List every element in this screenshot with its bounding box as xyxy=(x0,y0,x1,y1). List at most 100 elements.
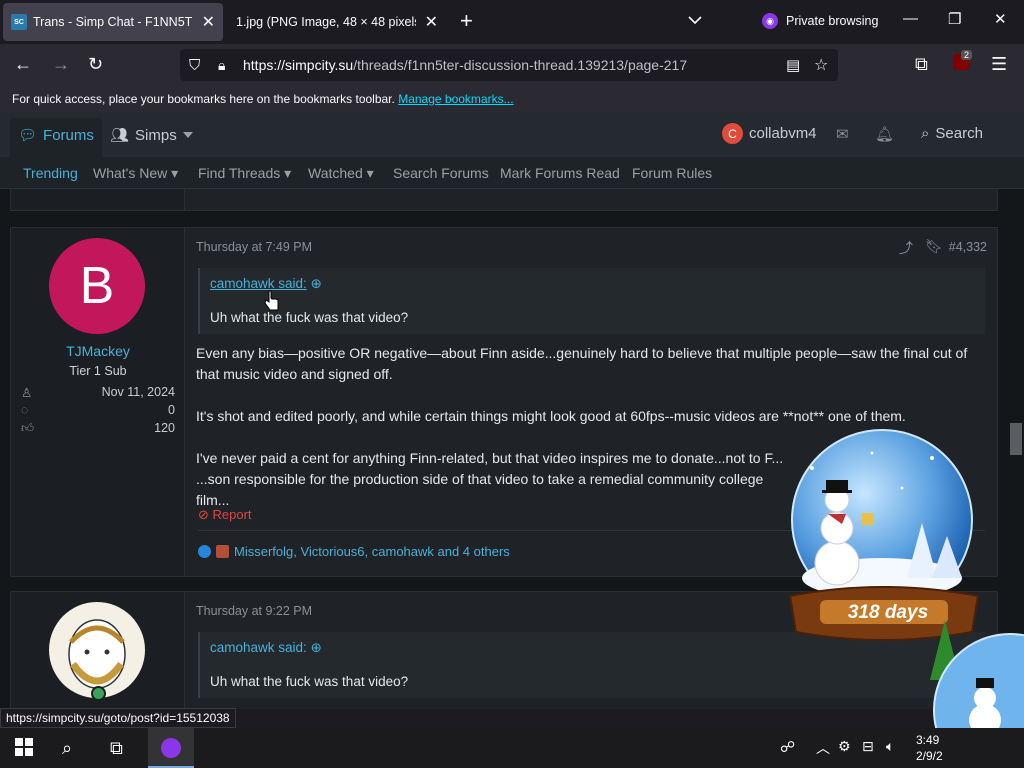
private-mask-icon: ◉ xyxy=(762,13,778,29)
author-name[interactable]: TJMackey xyxy=(11,343,185,359)
post-paragraph: Even any bias—positive OR negative—about… xyxy=(196,345,968,382)
manage-bookmarks-link[interactable]: Manage bookmarks... xyxy=(398,92,513,106)
subnav-trending[interactable]: Trending xyxy=(23,165,78,181)
tab-title: 1.jpg (PNG Image, 48 × 48 pixels) xyxy=(236,15,416,29)
joined-date: Nov 11, 2024 xyxy=(101,385,175,399)
chevron-down-icon xyxy=(182,132,193,138)
tab-simp-chat[interactable]: SC Trans - Simp Chat - F1NN5TER ✕ xyxy=(3,3,223,41)
countdown-snow-globe: 318 days xyxy=(782,428,992,648)
post-time[interactable]: Thursday at 9:22 PM xyxy=(196,604,312,618)
search-button[interactable]: ⌕ Search xyxy=(921,125,983,142)
bookmark-icon[interactable]: 🔖︎ xyxy=(925,238,943,255)
reactions-count: 120 xyxy=(154,421,175,435)
subnav-watched[interactable]: Watched ▾ xyxy=(308,165,374,182)
close-window-button[interactable]: ✕ xyxy=(994,10,1007,28)
avatar[interactable]: B xyxy=(49,238,145,334)
subnav-mark-read[interactable]: Mark Forums Read xyxy=(500,165,620,181)
quote-text: Uh what the fuck was that video? xyxy=(210,310,409,325)
envelope-icon[interactable]: ✉ xyxy=(836,125,849,143)
jump-up-icon: ⊕ xyxy=(310,276,322,291)
link-status-url: https://simpcity.su/goto/post?id=1551203… xyxy=(0,708,236,728)
user-title: Tier 1 Sub xyxy=(69,364,127,378)
chevron-down-icon xyxy=(688,16,702,25)
bookmarks-toolbar: For quick access, place your bookmarks h… xyxy=(0,86,1024,112)
reaction-users[interactable]: Misserfolg, Victorious6, camohawk and 4 … xyxy=(234,544,510,559)
simps-nav[interactable]: 👥︎ Simps xyxy=(110,126,193,144)
network-icon[interactable]: ⊟ xyxy=(862,738,874,755)
subnav-whats-new[interactable]: What's New ▾ xyxy=(93,165,178,182)
online-status-icon xyxy=(91,686,106,701)
post-paragraph: I've never paid a cent for anything Finn… xyxy=(196,450,784,508)
menu-icon[interactable]: ☰ xyxy=(991,54,1007,75)
username: collabvm4 xyxy=(749,125,817,142)
users-icon: 👥︎ xyxy=(110,127,130,144)
system-clock[interactable]: 3:49 2/9/2 xyxy=(916,732,943,764)
subnav-forum-rules[interactable]: Forum Rules xyxy=(632,165,712,181)
private-mask-icon xyxy=(161,738,181,758)
share-icon[interactable]: ⤴ xyxy=(899,238,913,258)
thumbs-up-icon: 👍︎ xyxy=(21,421,35,435)
user-icon: ♙ xyxy=(21,386,33,400)
url-text[interactable]: https://simpcity.su/threads/f1nn5ter-dis… xyxy=(243,57,687,73)
reader-view-icon[interactable]: ▤ xyxy=(786,56,800,74)
custom-reaction-icon xyxy=(216,545,229,558)
post-paragraph: It's shot and edited poorly, and while c… xyxy=(196,408,906,424)
report-link[interactable]: ⊘ Report xyxy=(198,507,252,523)
sub-navigation: Trending What's New ▾ Find Threads ▾ Wat… xyxy=(0,157,1024,189)
user-pane: B TJMackey Tier 1 Sub ♙ Nov 11, 2024 ◌ 0… xyxy=(11,228,185,576)
tray-app-icon[interactable]: ⚙ xyxy=(838,738,851,755)
wojak-avatar-icon xyxy=(68,619,126,689)
back-arrow-icon[interactable]: ← xyxy=(14,54,32,75)
quote-text: Uh what the fuck was that video? xyxy=(210,674,409,689)
avatar[interactable] xyxy=(49,602,145,698)
extensions-icon[interactable]: ⧉ xyxy=(915,54,928,75)
clock-date: 2/9/2 xyxy=(916,749,943,763)
minimize-button[interactable]: — xyxy=(903,10,918,27)
comment-icon: ◌ xyxy=(21,403,29,417)
messages-count: 0 xyxy=(168,403,175,417)
previous-post xyxy=(10,189,998,211)
reload-icon[interactable]: ↻ xyxy=(88,54,103,75)
chevron-up-icon[interactable]: ︿ xyxy=(816,738,830,758)
hand-cursor-icon xyxy=(264,290,280,317)
lock-icon[interactable]: 🔒︎ xyxy=(218,57,225,74)
subnav-find-threads[interactable]: Find Threads ▾ xyxy=(198,165,291,182)
url-bar[interactable]: ⛉ 🔒︎ https://simpcity.su/threads/f1nn5te… xyxy=(180,49,838,81)
post-time[interactable]: Thursday at 7:49 PM xyxy=(196,240,312,254)
site-favicon: SC xyxy=(11,14,27,30)
volume-icon[interactable]: 🔈︎ xyxy=(886,738,894,755)
new-tab-button[interactable]: + xyxy=(460,8,473,34)
task-view-icon[interactable]: ⧉ xyxy=(110,738,123,759)
quote-author[interactable]: camohawk said: ⊕ xyxy=(210,640,322,656)
search-icon[interactable]: ⌕ xyxy=(62,738,72,759)
close-tab-icon[interactable]: ✕ xyxy=(202,12,215,32)
tab-image[interactable]: 1.jpg (PNG Image, 48 × 48 pixels) ✕ xyxy=(226,3,446,41)
people-icon[interactable]: ☍ xyxy=(780,738,795,756)
scrollbar-thumb[interactable] xyxy=(1010,423,1022,455)
avatar: C xyxy=(722,123,743,144)
close-tab-icon[interactable]: ✕ xyxy=(425,12,438,32)
bell-icon[interactable]: 🔔︎ xyxy=(875,125,894,143)
subnav-search-forums[interactable]: Search Forums xyxy=(393,165,489,181)
windows-start-icon[interactable] xyxy=(15,738,33,761)
tab-title: Trans - Simp Chat - F1NN5TER xyxy=(33,15,193,29)
ublock-icon[interactable]: 2 xyxy=(953,50,973,75)
firefox-private-taskbar-button[interactable] xyxy=(148,728,194,768)
bookmark-star-icon[interactable]: ☆ xyxy=(814,55,828,75)
jump-up-icon: ⊕ xyxy=(310,640,322,655)
forums-nav[interactable]: 💬︎ Forums xyxy=(18,126,94,145)
bookmarks-hint: For quick access, place your bookmarks h… xyxy=(12,92,395,106)
reaction-summary[interactable]: Misserfolg, Victorious6, camohawk and 4 … xyxy=(198,544,510,559)
shield-icon[interactable]: ⛉ xyxy=(189,57,200,74)
simps-label: Simps xyxy=(135,126,177,144)
snow-globe-icon xyxy=(930,620,1024,728)
secondary-snow-globe xyxy=(930,620,1024,728)
list-all-tabs-button[interactable] xyxy=(688,12,702,30)
post-number[interactable]: #4,332 xyxy=(949,240,987,254)
forward-arrow-icon[interactable]: → xyxy=(52,54,70,75)
private-label: Private browsing xyxy=(786,14,879,28)
site-header: 💬︎ Forums 👥︎ Simps C collabvm4 ✉ 🔔︎ ⌕ Se… xyxy=(0,112,1024,157)
clock-time: 3:49 xyxy=(916,733,940,747)
account-menu[interactable]: C collabvm4 xyxy=(722,123,817,144)
maximize-button[interactable]: ❐ xyxy=(948,10,961,28)
